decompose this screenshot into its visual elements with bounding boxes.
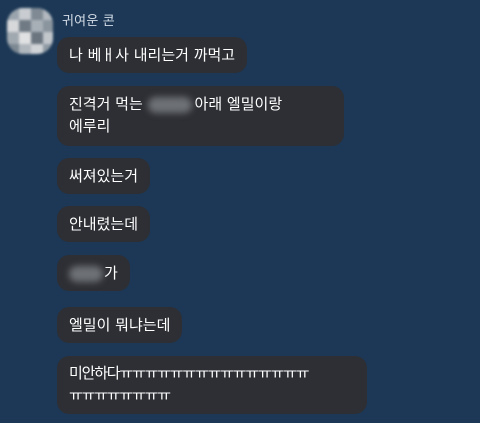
avatar-pixel — [43, 44, 53, 54]
avatar-pixel — [31, 20, 43, 32]
avatar-pixel — [7, 20, 19, 32]
avatar-pixel — [31, 32, 43, 44]
avatar-pixel — [31, 8, 43, 20]
sender-name: 귀여운 콘 — [62, 14, 115, 29]
message-text: 아래 엘밀이랑 — [194, 95, 283, 113]
avatar-pixel — [19, 8, 31, 20]
message-text: 미안하다ㅠㅠㅠㅠㅠㅠㅠㅠㅠㅠㅠㅠㅠㅠㅠ — [69, 364, 310, 382]
avatar-pixel — [43, 20, 53, 32]
message-bubble[interactable]: 나 베ㅐ사 내리는거 까먹고 — [57, 37, 248, 73]
avatar-pixel — [31, 44, 43, 54]
message-bubble[interactable]: 엘밀이 뭐냐는데 — [57, 307, 183, 343]
message-text: 진격거 먹는 — [69, 95, 148, 113]
message-bubble[interactable]: 미안하다ㅠㅠㅠㅠㅠㅠㅠㅠㅠㅠㅠㅠㅠㅠㅠ ㅠㅠㅠㅠㅠㅠㅠㅠ — [57, 356, 367, 414]
avatar-pixel — [19, 20, 31, 32]
avatar-pixel — [43, 32, 53, 44]
message-text: 나 베ㅐ사 내리는거 까먹고 — [69, 46, 236, 64]
avatar-pixel — [19, 44, 31, 54]
message-text: ㅠㅠㅠㅠㅠㅠㅠㅠ — [69, 386, 171, 404]
message-line: 진격거 먹는 아래 엘밀이랑 — [69, 93, 332, 115]
avatar-pixel — [19, 32, 31, 44]
message-bubble[interactable]: 안내렸는데 — [57, 206, 151, 242]
redacted-blur — [147, 96, 192, 113]
redacted-blur — [69, 265, 103, 282]
avatar-pixel — [7, 8, 19, 20]
message-text: 가 — [104, 264, 118, 282]
message-text: 안내렸는데 — [69, 215, 139, 233]
avatar-pixel — [7, 32, 19, 44]
avatar-pixel — [43, 8, 53, 20]
message-bubble[interactable]: 진격거 먹는 아래 엘밀이랑 에루리 — [57, 86, 344, 146]
message-text: 에루리 — [69, 117, 111, 135]
message-text: 엘밀이 뭐냐는데 — [69, 316, 171, 334]
avatar-pixel — [7, 44, 19, 54]
message-text: 써져있는거 — [69, 167, 139, 185]
message-bubble[interactable]: 가 — [57, 255, 130, 291]
avatar[interactable] — [7, 8, 53, 54]
message-bubble[interactable]: 써져있는거 — [57, 158, 151, 194]
